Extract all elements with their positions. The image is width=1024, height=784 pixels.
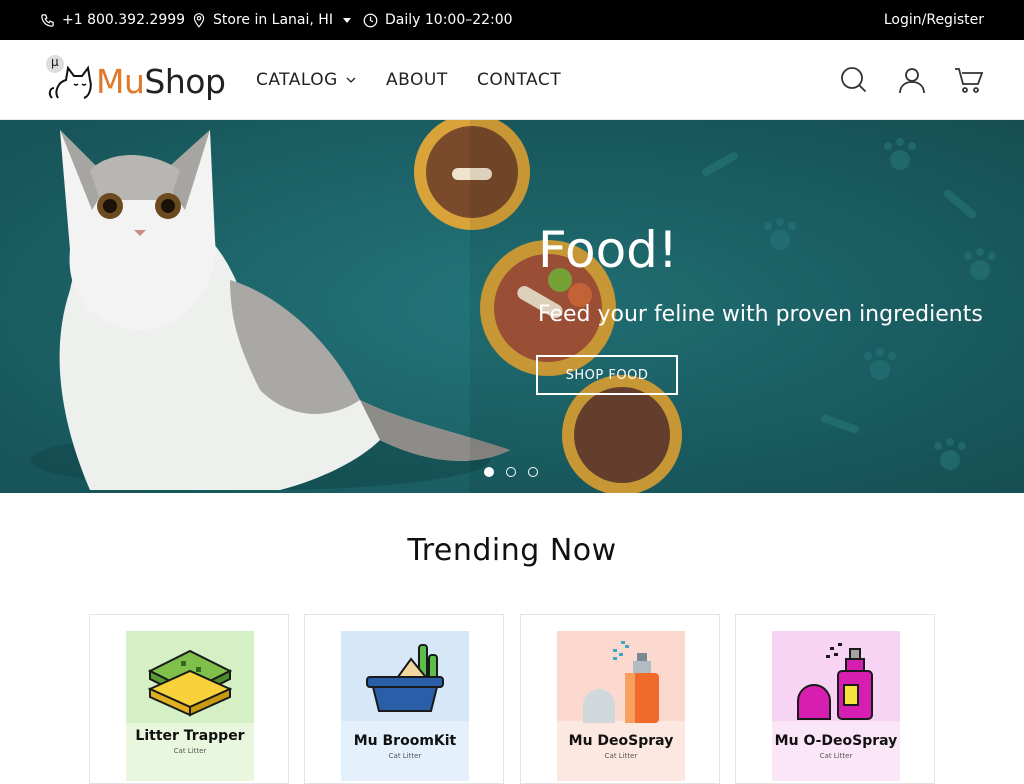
product-card[interactable]: Mu BroomKit Cat Litter: [304, 614, 504, 784]
product-thumbnail: Mu BroomKit Cat Litter: [341, 631, 469, 781]
logo[interactable]: μ MuShop: [44, 54, 230, 106]
product-card[interactable]: Mu DeoSpray Cat Litter: [520, 614, 720, 784]
carousel-dot-2[interactable]: [506, 467, 516, 477]
location-pin-icon: [193, 13, 205, 28]
search-button[interactable]: [836, 62, 872, 98]
product-name[interactable]: Mu O-DeoSpray: [772, 733, 900, 749]
product-thumbnail: Mu O-DeoSpray Cat Litter: [772, 631, 900, 781]
logo-badge: μ: [51, 55, 59, 69]
login-register-link[interactable]: Login/Register: [884, 0, 984, 40]
phone-number: +1 800.392.2999: [62, 12, 186, 28]
shop-food-button[interactable]: SHOP FOOD: [536, 355, 678, 395]
main-header: μ MuShop CATALOG ABOUT CONTACT: [0, 40, 1024, 120]
product-category: Cat Litter: [604, 752, 638, 760]
logo-mu: Mu: [96, 62, 145, 101]
store-selector[interactable]: Store in Lanai, HI: [192, 0, 351, 40]
carousel-dot-1[interactable]: [484, 467, 494, 477]
hero-banner: Food! Feed your feline with proven ingre…: [0, 120, 1024, 493]
clock-icon: [363, 13, 378, 27]
chevron-down-icon: [346, 77, 356, 83]
hours-text: Daily 10:00–22:00: [385, 12, 513, 28]
hero-title: Food!: [538, 221, 678, 279]
store-hours: Daily 10:00–22:00: [363, 0, 513, 40]
product-category: Cat Litter: [388, 752, 422, 760]
cart-icon: [955, 68, 984, 93]
store-location: Store in Lanai, HI: [213, 12, 333, 28]
phone-icon: [41, 13, 54, 27]
user-icon: [899, 68, 925, 94]
login-register-label: Login/Register: [883, 12, 984, 28]
carousel-indicators: [484, 467, 538, 477]
product-category: Cat Litter: [819, 752, 853, 760]
logo-shop: Shop: [144, 62, 226, 101]
product-thumbnail: Litter Trapper Cat Litter: [126, 631, 254, 781]
product-thumbnail: Mu DeoSpray Cat Litter: [557, 631, 685, 781]
nav-catalog[interactable]: CATALOG: [256, 40, 356, 120]
cart-button[interactable]: [951, 62, 987, 98]
nav-about[interactable]: ABOUT: [386, 40, 448, 120]
chevron-down-icon: [342, 17, 351, 23]
phone-contact[interactable]: +1 800.392.2999: [40, 0, 185, 40]
hero-subtitle: Feed your feline with proven ingredients: [538, 302, 983, 327]
product-name[interactable]: Mu DeoSpray: [557, 733, 685, 749]
nav-about-label: ABOUT: [386, 70, 448, 90]
litter-mat-icon: [126, 649, 254, 781]
top-bar: +1 800.392.2999 Store in Lanai, HI Daily…: [0, 0, 1024, 40]
trending-title: Trending Now: [407, 533, 617, 568]
product-name[interactable]: Litter Trapper: [126, 728, 254, 744]
nav-contact[interactable]: CONTACT: [477, 40, 561, 120]
search-icon: [841, 67, 867, 93]
account-button[interactable]: [894, 62, 930, 98]
product-name[interactable]: Mu BroomKit: [341, 733, 469, 749]
product-card[interactable]: Litter Trapper Cat Litter: [89, 614, 289, 784]
nav-catalog-label: CATALOG: [256, 70, 338, 90]
carousel-dot-3[interactable]: [528, 467, 538, 477]
product-card[interactable]: Mu O-DeoSpray Cat Litter: [735, 614, 935, 784]
nav-contact-label: CONTACT: [477, 70, 562, 90]
product-category: Cat Litter: [173, 747, 207, 755]
